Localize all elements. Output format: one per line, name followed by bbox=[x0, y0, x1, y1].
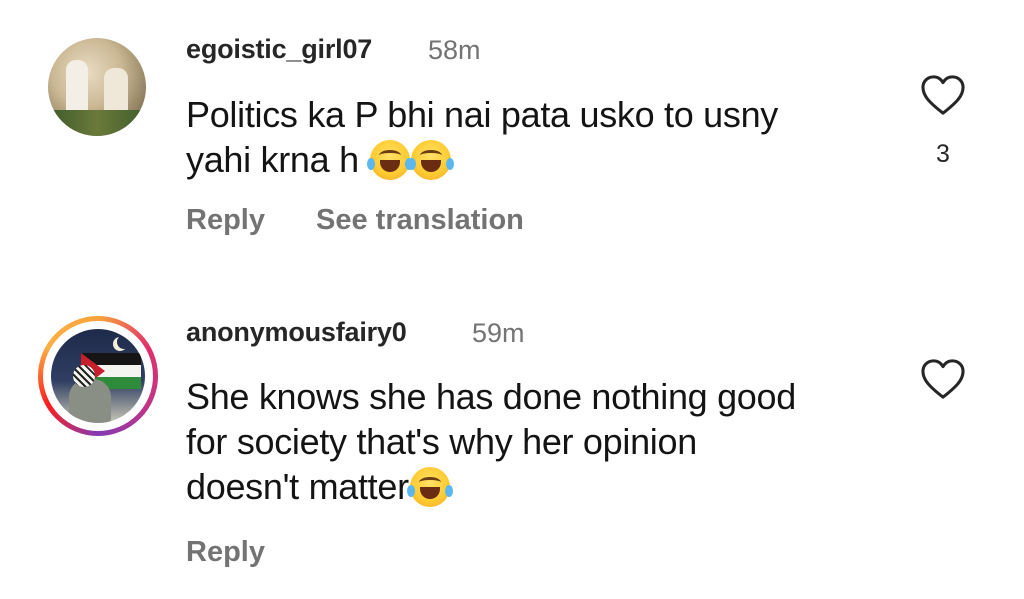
avatar-person bbox=[69, 379, 111, 423]
comment-item: anonymousfairy0 59m She knows she has do… bbox=[0, 300, 1024, 599]
comment-text-fragment: doesn't matter bbox=[186, 466, 409, 507]
avatar-moon bbox=[117, 335, 131, 349]
heart-outline-icon[interactable] bbox=[920, 74, 966, 116]
avatar-foliage bbox=[48, 110, 146, 136]
story-ring-gap bbox=[43, 321, 153, 431]
comment-timestamp: 59m bbox=[472, 318, 525, 348]
comment-text-fragment: yahi krna h bbox=[186, 139, 359, 180]
comment-username[interactable]: egoistic_girl07 bbox=[186, 34, 372, 65]
avatar[interactable] bbox=[51, 329, 145, 423]
like-count: 3 bbox=[936, 140, 950, 168]
heart-outline-icon[interactable] bbox=[920, 358, 966, 400]
tears-of-joy-emoji-icon bbox=[366, 140, 413, 180]
see-translation-button[interactable]: See translation bbox=[316, 204, 524, 237]
comment-text-line: doesn't matter bbox=[186, 464, 796, 509]
avatar-keffiyeh bbox=[73, 365, 95, 387]
comment-text-line: yahi krna h bbox=[186, 137, 778, 182]
tears-of-joy-emoji-icon bbox=[407, 140, 454, 180]
comment-text: Politics ka P bhi nai pata usko to usny … bbox=[186, 92, 778, 182]
reply-button[interactable]: Reply bbox=[186, 536, 265, 569]
reply-button[interactable]: Reply bbox=[186, 204, 265, 237]
comment-text-line: Politics ka P bhi nai pata usko to usny bbox=[186, 94, 778, 135]
comment-text: She knows she has done nothing good for … bbox=[186, 374, 796, 509]
avatar[interactable] bbox=[48, 38, 146, 136]
comment-text-line: for society that's why her opinion bbox=[186, 421, 697, 462]
comment-item: egoistic_girl07 58m Politics ka P bhi na… bbox=[0, 0, 1024, 270]
tears-of-joy-emoji-icon bbox=[406, 467, 453, 507]
comment-username[interactable]: anonymousfairy0 bbox=[186, 317, 407, 348]
story-ring[interactable] bbox=[38, 316, 158, 436]
comment-timestamp: 58m bbox=[428, 35, 481, 65]
comment-text-line: She knows she has done nothing good bbox=[186, 376, 796, 417]
